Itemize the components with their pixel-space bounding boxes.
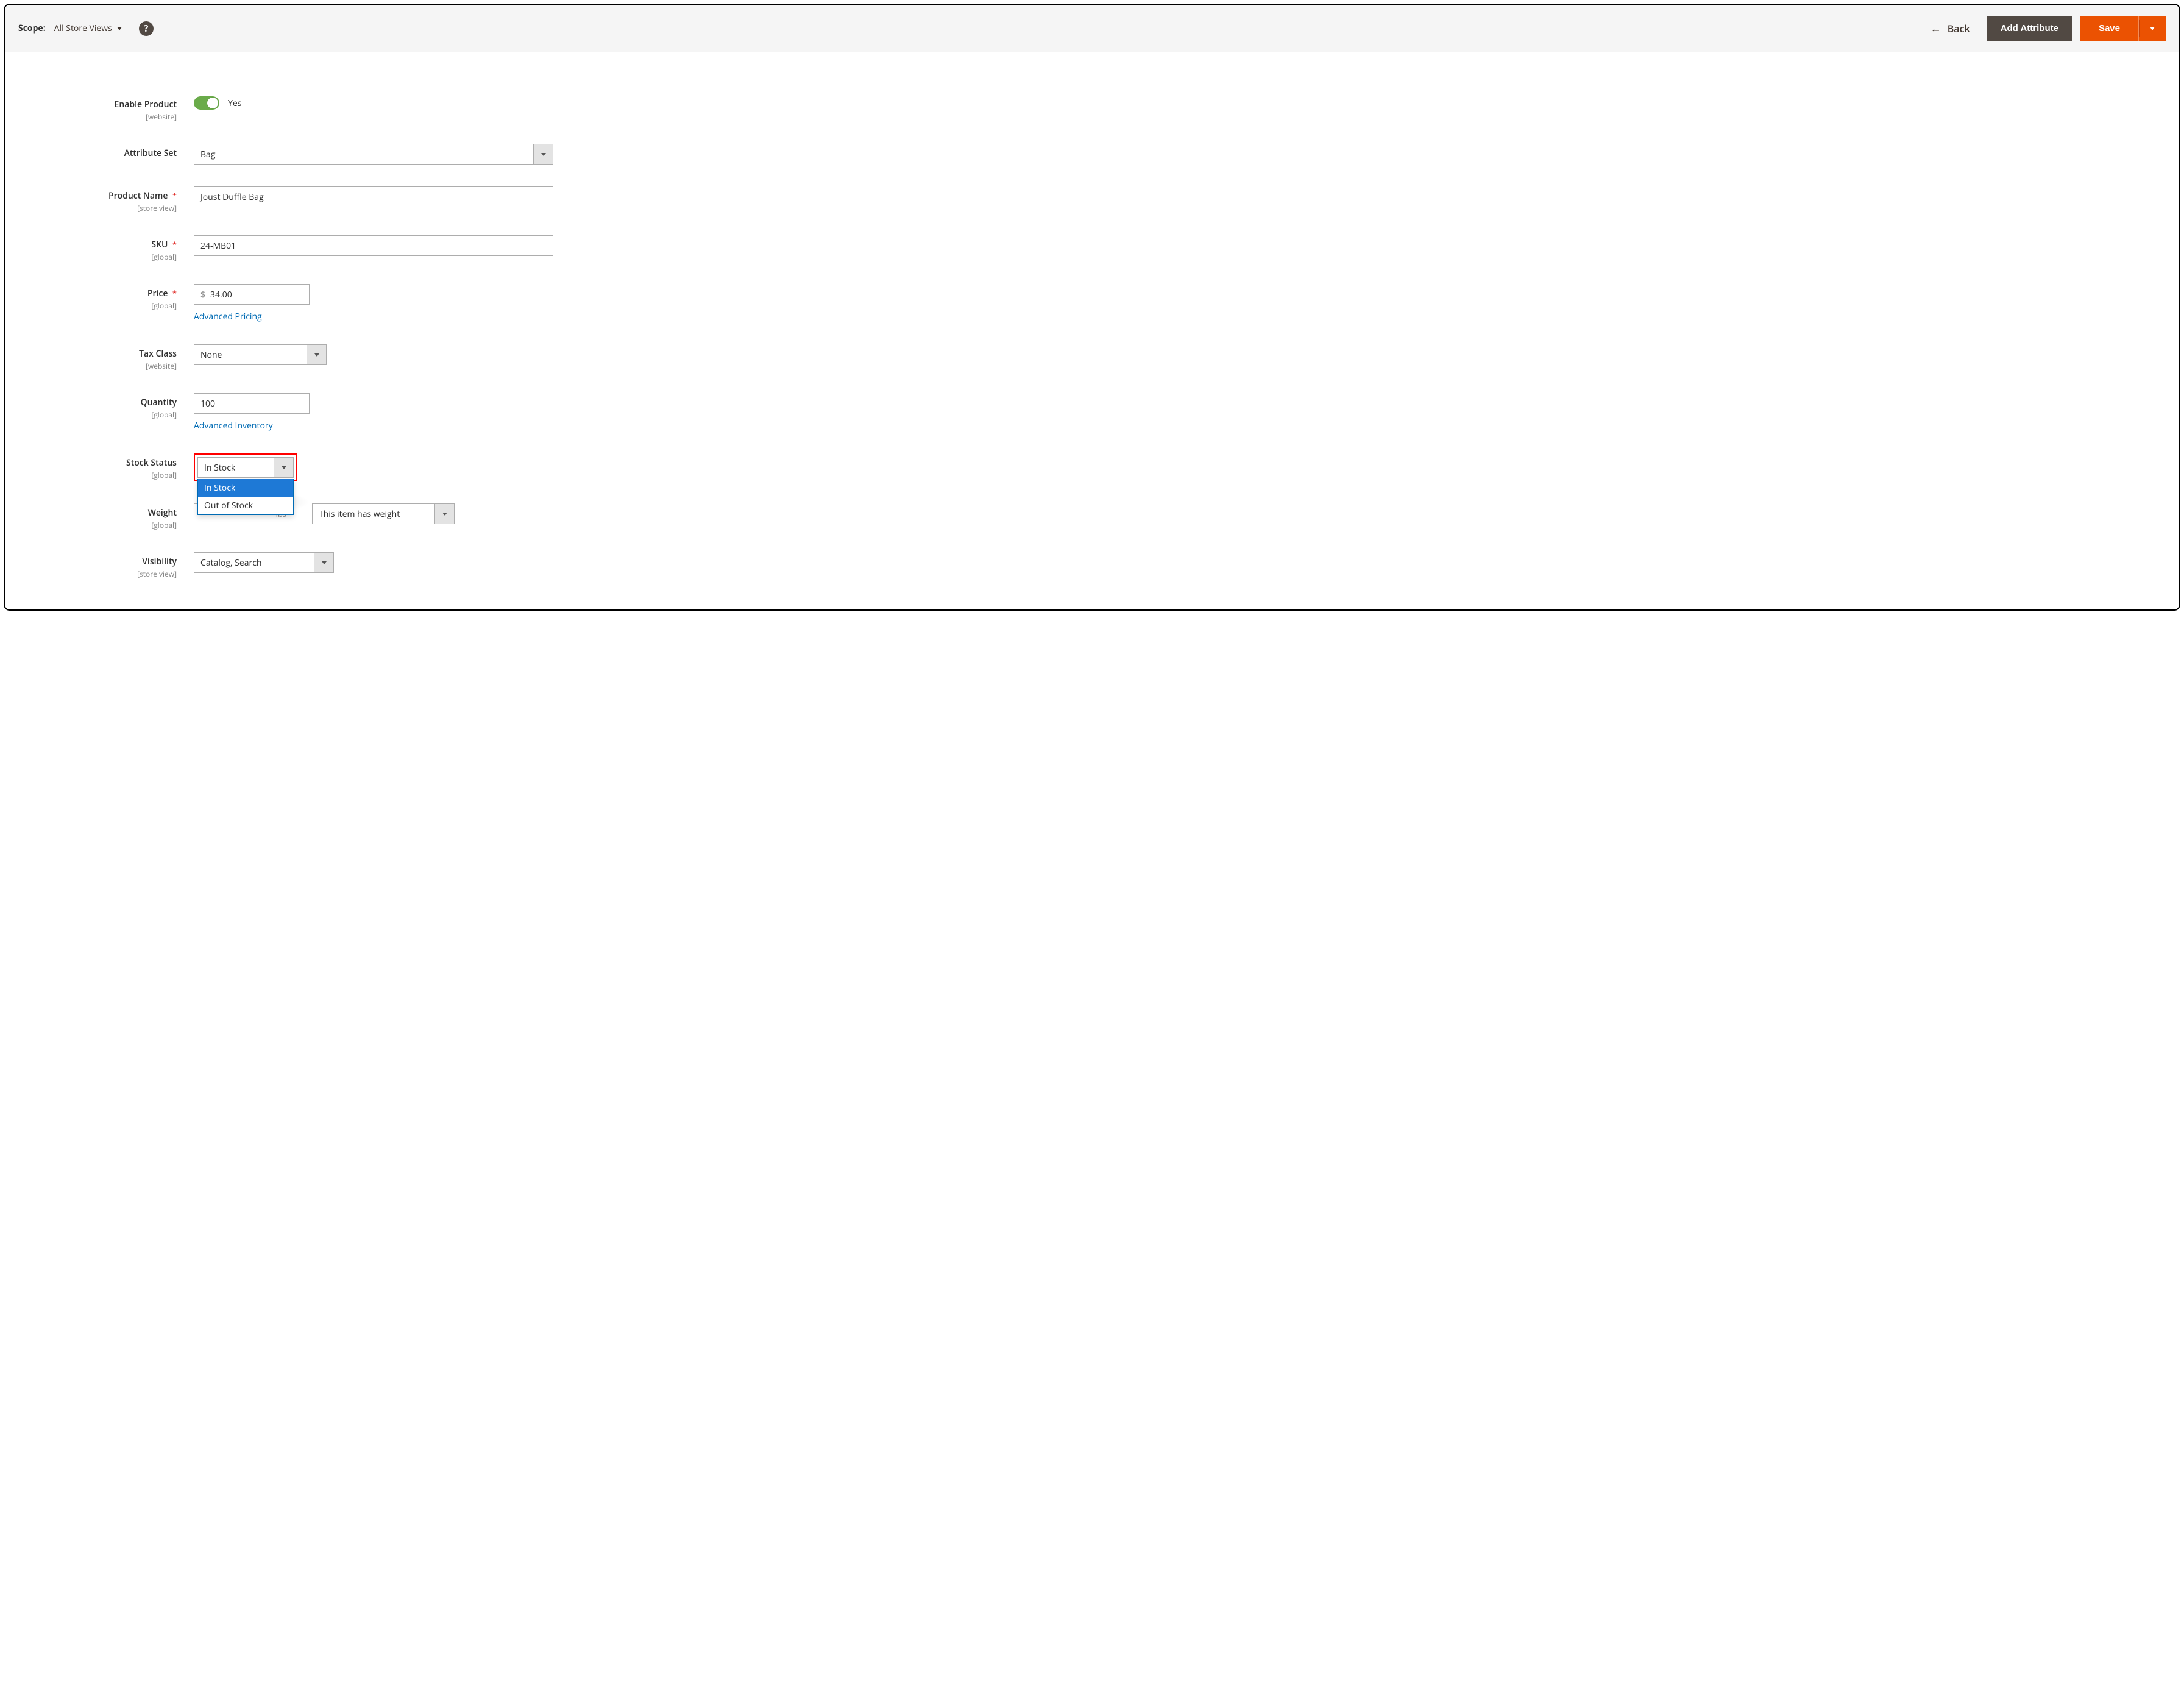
visibility-value: Catalog, Search (200, 557, 314, 569)
enable-product-label: Enable Product (23, 99, 177, 110)
caret-down-icon (541, 153, 546, 156)
currency-symbol: $ (200, 289, 205, 300)
sku-scope: [global] (23, 252, 177, 262)
tax-class-label: Tax Class (23, 348, 177, 360)
field-sku: SKU * [global] 24-MB01 (23, 235, 2161, 262)
save-dropdown-toggle[interactable] (2138, 16, 2166, 41)
attribute-set-label: Attribute Set (23, 147, 177, 159)
sku-value: 24-MB01 (200, 240, 236, 252)
weight-label: Weight (23, 507, 177, 519)
field-enable-product: Enable Product [website] Yes (23, 95, 2161, 122)
enable-product-value: Yes (228, 98, 241, 109)
caret-down-icon (2150, 27, 2155, 30)
sku-input[interactable]: 24-MB01 (194, 235, 553, 256)
arrow-left-icon: ← (1930, 23, 1941, 34)
stock-status-highlight: In Stock In Stock Out of Stock (194, 453, 297, 481)
visibility-scope: [store view] (23, 569, 177, 579)
tax-class-scope: [website] (23, 361, 177, 371)
advanced-inventory-link[interactable]: Advanced Inventory (194, 420, 273, 432)
caret-down-icon (282, 466, 286, 469)
field-attribute-set: Attribute Set Bag (23, 144, 2161, 165)
required-indicator: * (172, 288, 177, 299)
stock-status-label: Stock Status (23, 457, 177, 469)
attribute-set-select[interactable]: Bag (194, 144, 553, 165)
weight-scope: [global] (23, 520, 177, 530)
visibility-label: Visibility (23, 556, 177, 567)
enable-product-toggle[interactable] (194, 96, 219, 110)
quantity-label: Quantity (23, 397, 177, 408)
stock-status-dropdown: In Stock Out of Stock (197, 479, 294, 515)
caret-down-icon (322, 561, 327, 564)
required-indicator: * (172, 190, 177, 201)
field-weight: Weight [global] lbs This item has weight (23, 503, 2161, 530)
scope-selector[interactable]: All Store Views (54, 23, 122, 34)
select-trigger[interactable] (533, 144, 553, 164)
caret-down-icon (117, 27, 122, 30)
enable-product-scope: [website] (23, 112, 177, 122)
required-indicator: * (172, 239, 177, 250)
stock-option-out-of-stock[interactable]: Out of Stock (198, 497, 293, 514)
field-price: Price * [global] $ 34.00 Advanced Pricin… (23, 284, 2161, 322)
save-button-group: Save (2080, 16, 2166, 41)
sku-label: SKU (151, 239, 168, 250)
page-header: Scope: All Store Views ? ← Back Add Attr… (5, 5, 2179, 52)
select-trigger[interactable] (274, 458, 293, 477)
field-tax-class: Tax Class [website] None (23, 344, 2161, 371)
scope-label: Scope: (18, 23, 46, 34)
visibility-select[interactable]: Catalog, Search (194, 552, 334, 573)
tax-class-select[interactable]: None (194, 344, 327, 365)
field-product-name: Product Name * [store view] Joust Duffle… (23, 186, 2161, 213)
save-button[interactable]: Save (2080, 16, 2138, 41)
select-trigger[interactable] (314, 553, 333, 572)
weight-type-select[interactable]: This item has weight (312, 503, 455, 524)
back-button[interactable]: ← Back (1930, 22, 1979, 35)
product-name-value: Joust Duffle Bag (200, 191, 264, 203)
quantity-scope: [global] (23, 410, 177, 420)
price-scope: [global] (23, 300, 177, 311)
attribute-set-value: Bag (200, 149, 533, 160)
weight-type-value: This item has weight (319, 508, 434, 520)
select-trigger[interactable] (434, 504, 454, 524)
product-name-label: Product Name (108, 190, 168, 202)
product-name-scope: [store view] (23, 203, 177, 213)
quantity-input[interactable]: 100 (194, 393, 310, 414)
field-stock-status: Stock Status [global] In Stock In Stock … (23, 453, 2161, 481)
stock-status-select[interactable]: In Stock (197, 457, 294, 478)
back-label: Back (1948, 22, 1970, 35)
caret-down-icon (442, 513, 447, 516)
tax-class-value: None (200, 349, 307, 361)
caret-down-icon (314, 353, 319, 357)
product-name-input[interactable]: Joust Duffle Bag (194, 186, 553, 207)
select-trigger[interactable] (307, 345, 326, 364)
field-visibility: Visibility [store view] Catalog, Search (23, 552, 2161, 579)
product-form: Enable Product [website] Yes Attribute S… (5, 52, 2179, 609)
toggle-knob (207, 98, 218, 108)
add-attribute-button[interactable]: Add Attribute (1987, 16, 2072, 41)
field-quantity: Quantity [global] 100 Advanced Inventory (23, 393, 2161, 432)
price-value: 34.00 (210, 289, 232, 300)
price-label: Price (147, 288, 168, 299)
help-icon[interactable]: ? (139, 21, 154, 36)
stock-option-in-stock[interactable]: In Stock (198, 479, 293, 497)
stock-status-scope: [global] (23, 470, 177, 480)
stock-status-value: In Stock (204, 462, 274, 474)
quantity-value: 100 (200, 398, 215, 410)
scope-value: All Store Views (54, 23, 112, 34)
advanced-pricing-link[interactable]: Advanced Pricing (194, 311, 262, 322)
price-input[interactable]: $ 34.00 (194, 284, 310, 305)
